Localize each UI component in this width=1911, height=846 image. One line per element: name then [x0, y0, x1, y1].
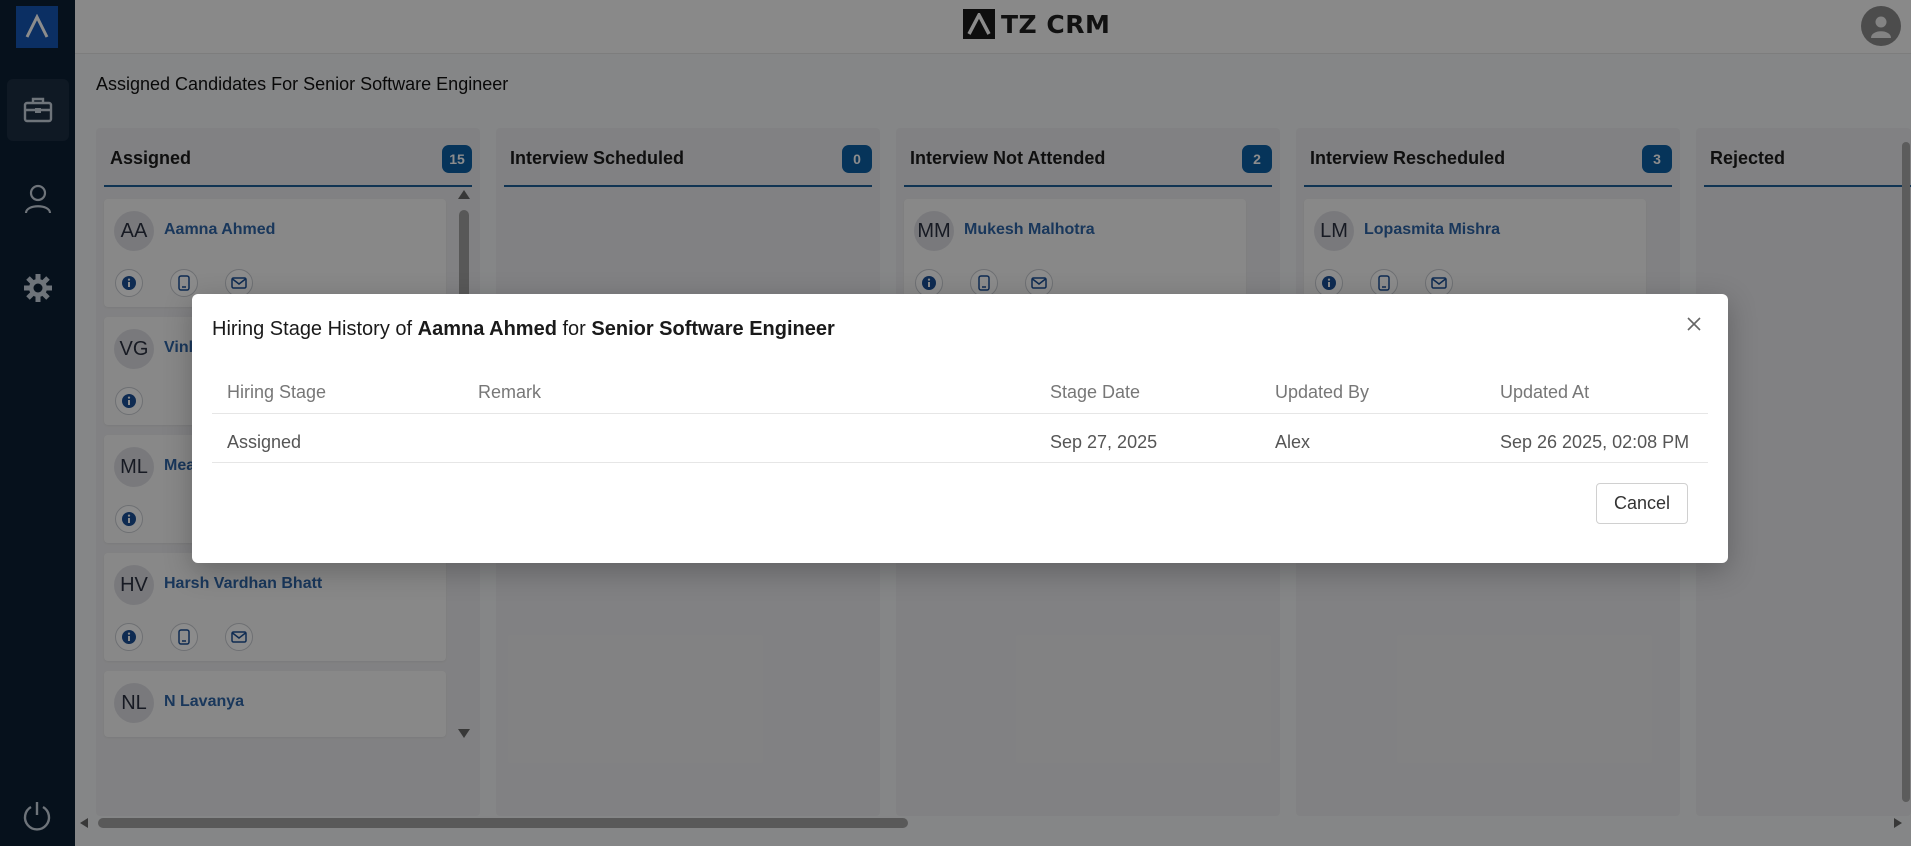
divider — [212, 413, 1708, 414]
header-stage-date: Stage Date — [1050, 382, 1141, 402]
header-updated-at: Updated At — [1500, 382, 1590, 402]
candidate-name: Aamna Ahmed — [417, 318, 557, 340]
cell-stage-date: Sep 27, 2025 — [1050, 432, 1158, 452]
header-updated-by: Updated By — [1275, 382, 1370, 402]
job-title: Senior Software Engineer — [591, 318, 835, 340]
hiring-stage-history-modal: Hiring Stage History of Aamna Ahmed for … — [192, 294, 1728, 563]
header-remark: Remark — [478, 382, 542, 402]
title-prefix: Hiring Stage History of — [212, 318, 418, 340]
title-connector: for — [556, 318, 592, 340]
cell-hiring-stage: Assigned — [227, 432, 302, 452]
cancel-button[interactable]: Cancel — [1596, 483, 1688, 524]
cell-updated-at: Sep 26 2025, 02:08 PM — [1500, 432, 1690, 452]
close-button[interactable] — [1682, 312, 1706, 336]
divider — [212, 462, 1708, 463]
modal-title: Hiring Stage History of Aamna Ahmed for … — [212, 318, 835, 341]
close-icon — [1687, 317, 1701, 331]
cell-updated-by: Alex — [1275, 432, 1311, 452]
header-hiring-stage: Hiring Stage — [227, 382, 327, 402]
